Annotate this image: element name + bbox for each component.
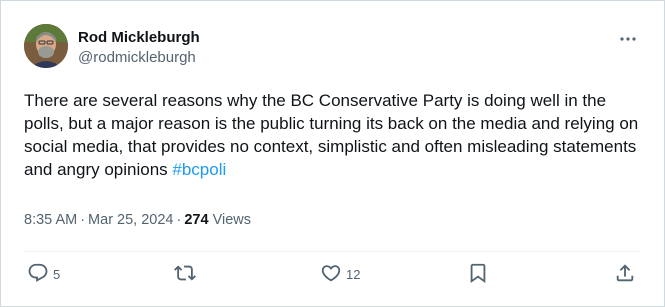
tweet-time[interactable]: 8:35 AM (24, 212, 77, 228)
share-icon (616, 264, 634, 282)
retweet-button[interactable] (174, 262, 200, 284)
like-count: 12 (346, 267, 361, 282)
avatar[interactable] (24, 24, 68, 68)
avatar-photo (24, 24, 68, 68)
meta-separator: · (176, 212, 182, 228)
hashtag-link[interactable]: #bcpoli (172, 160, 226, 179)
reply-count: 5 (53, 267, 61, 282)
retweet-icon (174, 265, 196, 281)
tweet-date[interactable]: Mar 25, 2024 (88, 212, 173, 228)
meta-separator: · (80, 212, 86, 228)
divider (24, 251, 641, 252)
more-options-button[interactable] (617, 28, 639, 50)
bookmark-icon (470, 263, 486, 284)
heart-icon (321, 265, 341, 282)
author-handle[interactable]: @rodmickleburgh (78, 49, 200, 67)
author-block: Rod Mickleburgh @rodmickleburgh (78, 29, 200, 67)
tweet-card: Rod Mickleburgh @rodmickleburgh There ar… (0, 0, 665, 307)
views-label: Views (212, 212, 251, 228)
card-border-top (0, 0, 665, 1)
author-display-name[interactable]: Rod Mickleburgh (78, 29, 200, 47)
reply-button[interactable]: 5 (27, 262, 60, 284)
tweet-text: There are several reasons why the BC Con… (24, 89, 644, 181)
tweet-meta: 8:35 AM · Mar 25, 2024 · 274 Views (24, 210, 251, 230)
reply-icon (28, 263, 48, 282)
views-count: 274 (184, 212, 209, 228)
share-button[interactable] (614, 262, 636, 284)
bookmark-button[interactable] (467, 262, 489, 284)
card-border-left (0, 0, 1, 307)
more-horizontal-icon (620, 37, 636, 41)
like-button[interactable]: 12 (320, 262, 360, 284)
tweet-body: There are several reasons why the BC Con… (24, 91, 639, 179)
